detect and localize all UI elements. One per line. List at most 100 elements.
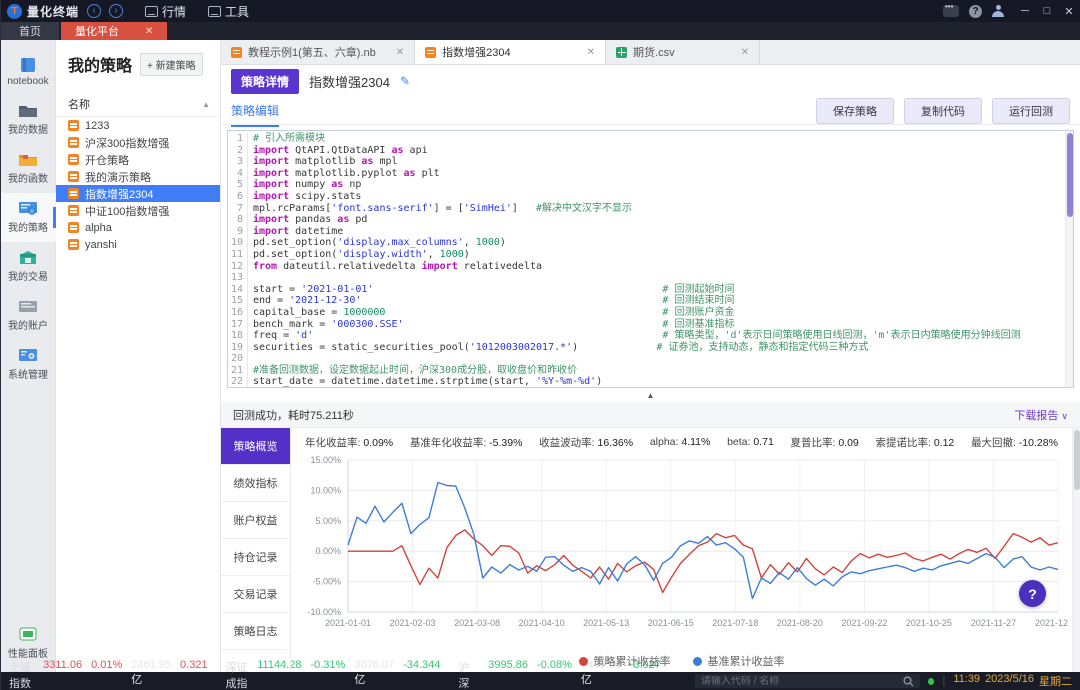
code-line[interactable]: 17bench_mark = '000300.SSE' # 回测基准指标 bbox=[228, 319, 1065, 331]
code-line[interactable]: 12from dateutil.relativedelta import rel… bbox=[228, 261, 1065, 273]
sidebar-item-my-strategies[interactable]: 我的策略 bbox=[1, 193, 56, 242]
user-icon[interactable] bbox=[992, 5, 1004, 17]
code-text: end = '2021-12-30' # 回测结束时间 bbox=[248, 295, 734, 307]
code-line[interactable]: 5import numpy as np bbox=[228, 179, 1065, 191]
strategy-name-label: 中证100指数增强 bbox=[85, 203, 169, 219]
result-tab-4[interactable]: 交易记录 bbox=[221, 576, 290, 613]
close-icon[interactable]: ✕ bbox=[587, 47, 595, 58]
stat-item: beta: 0.71 bbox=[727, 436, 774, 448]
sidebar-item-system-admin[interactable]: 系统管理 bbox=[1, 340, 56, 389]
forward-icon[interactable]: › bbox=[109, 4, 123, 18]
line-number: 20 bbox=[228, 353, 248, 365]
result-tab-5[interactable]: 策略日志 bbox=[221, 613, 290, 650]
code-text: from dateutil.relativedelta import relat… bbox=[248, 261, 542, 273]
copy-code-button[interactable]: 复制代码 bbox=[904, 98, 982, 124]
close-icon[interactable]: ✕ bbox=[741, 47, 749, 58]
code-line[interactable]: 6import scipy.stats bbox=[228, 191, 1065, 203]
app-logo-icon: T bbox=[7, 4, 22, 19]
doc-tab-futures-csv[interactable]: 期货.csv ✕ bbox=[606, 40, 760, 64]
code-line[interactable]: 3import matplotlib as mpl bbox=[228, 156, 1065, 168]
code-line[interactable]: 10pd.set_option('display.max_columns', 1… bbox=[228, 237, 1065, 249]
strategy-list-item[interactable]: yanshi bbox=[56, 236, 220, 253]
result-tab-2[interactable]: 账户权益 bbox=[221, 502, 290, 539]
help-icon[interactable]: ? bbox=[969, 5, 982, 18]
y-tick-label: 10.00% bbox=[310, 485, 341, 495]
close-tab-icon[interactable]: ✕ bbox=[145, 26, 153, 37]
list-column-header[interactable]: 名称 ▲ bbox=[56, 86, 220, 117]
code-line[interactable]: 21#准备回测数据，设定数据起止时间，沪深300成分股，取收盘价和昨收价 bbox=[228, 365, 1065, 377]
collapse-editor-toggle[interactable]: ▲ bbox=[221, 388, 1080, 402]
sidebar-item-notebook[interactable]: notebook bbox=[1, 50, 56, 95]
results-scrollbar[interactable] bbox=[1072, 428, 1080, 672]
menu-market[interactable]: 行情 bbox=[145, 3, 186, 20]
run-backtest-button[interactable]: 运行回测 bbox=[992, 98, 1070, 124]
code-line[interactable]: 2import QtAPI.QtDataAPI as api bbox=[228, 145, 1065, 157]
y-tick-label: 5.00% bbox=[315, 516, 341, 526]
strategy-list-item[interactable]: 我的演示策略 bbox=[56, 168, 220, 185]
tab-strategy-edit[interactable]: 策略编辑 bbox=[231, 102, 279, 127]
code-line[interactable]: 16capital_base = 1000000 # 回测账户资金 bbox=[228, 307, 1065, 319]
sidebar-item-my-trading[interactable]: 我的交易 bbox=[1, 242, 56, 291]
save-strategy-button[interactable]: 保存策略 bbox=[816, 98, 894, 124]
strategy-list-item[interactable]: 1233 bbox=[56, 117, 220, 134]
collapse-arrow-icon[interactable]: ▲ bbox=[647, 391, 655, 400]
code-line[interactable]: 19securities = static_securities_pool('1… bbox=[228, 342, 1065, 354]
strategy-list-item[interactable]: 指数增强2304 bbox=[56, 185, 220, 202]
stat-item: 年化收益率: 0.09% bbox=[305, 435, 393, 450]
code-line[interactable]: 11pd.set_option('display.width', 1000) bbox=[228, 249, 1065, 261]
menu-tools[interactable]: 工具 bbox=[208, 3, 249, 20]
code-line[interactable]: 8import pandas as pd bbox=[228, 214, 1065, 226]
code-lines[interactable]: 1# 引入所需模块2import QtAPI.QtDataAPI as api3… bbox=[228, 131, 1065, 387]
sidebar-item-my-functions[interactable]: 我的函数 bbox=[1, 144, 56, 193]
doc-tab-tutorial[interactable]: 教程示例1(第五、六章).nb ✕ bbox=[221, 40, 415, 64]
strategy-list-item[interactable]: 中证100指数增强 bbox=[56, 202, 220, 219]
strategy-name-label: 沪深300指数增强 bbox=[85, 135, 169, 151]
symbol-search[interactable] bbox=[695, 674, 920, 688]
code-line[interactable]: 7mpl.rcParams['font.sans-serif'] = ['Sim… bbox=[228, 203, 1065, 215]
scrollbar-thumb[interactable] bbox=[1067, 133, 1073, 217]
code-line[interactable]: 22start_date = datetime.datetime.strptim… bbox=[228, 376, 1065, 387]
sort-asc-icon[interactable]: ▲ bbox=[202, 100, 210, 109]
strategy-list-item[interactable]: alpha bbox=[56, 219, 220, 236]
tab-home[interactable]: 首页 bbox=[1, 22, 59, 40]
code-line[interactable]: 9import datetime bbox=[228, 226, 1065, 238]
sidebar-item-my-account[interactable]: 我的账户 bbox=[1, 291, 56, 340]
code-line[interactable]: 4import matplotlib.pyplot as plt bbox=[228, 168, 1065, 180]
doc-tab-strategy[interactable]: 指数增强2304 ✕ bbox=[415, 40, 606, 64]
y-tick-label: 0.00% bbox=[315, 546, 341, 556]
legend-item[interactable]: 基准累计收益率 bbox=[693, 653, 785, 669]
y-tick-label: -10.00% bbox=[307, 607, 341, 617]
search-icon[interactable] bbox=[903, 676, 914, 687]
code-line[interactable]: 20 bbox=[228, 353, 1065, 365]
sidebar-item-my-data[interactable]: 我的数据 bbox=[1, 95, 56, 144]
maximize-button[interactable]: □ bbox=[1036, 5, 1058, 17]
code-line[interactable]: 14start = '2021-01-01' # 回测起始时间 bbox=[228, 284, 1065, 296]
tab-quant-platform[interactable]: 量化平台 ✕ bbox=[61, 22, 167, 40]
line-number: 7 bbox=[228, 203, 248, 215]
scrollbar-thumb[interactable] bbox=[1074, 430, 1080, 490]
code-text bbox=[248, 353, 253, 365]
close-icon[interactable]: ✕ bbox=[396, 47, 404, 58]
minimize-button[interactable]: ─ bbox=[1014, 5, 1036, 17]
download-report-button[interactable]: 下载报告 ∨ bbox=[1014, 407, 1068, 423]
help-fab-button[interactable]: ? bbox=[1019, 580, 1046, 607]
strategy-list-item[interactable]: 沪深300指数增强 bbox=[56, 134, 220, 151]
legend-item[interactable]: 策略累计收益率 bbox=[579, 653, 671, 669]
code-line[interactable]: 1# 引入所需模块 bbox=[228, 133, 1065, 145]
close-button[interactable]: ✕ bbox=[1058, 5, 1080, 18]
back-icon[interactable]: ‹ bbox=[87, 4, 101, 18]
search-input[interactable] bbox=[701, 676, 897, 687]
result-tab-0[interactable]: 策略概览 bbox=[221, 428, 290, 465]
code-line[interactable]: 15end = '2021-12-30' # 回测结束时间 bbox=[228, 295, 1065, 307]
result-tab-1[interactable]: 绩效指标 bbox=[221, 465, 290, 502]
sidebar-item-performance-panel[interactable]: 性能面板 bbox=[1, 619, 56, 668]
code-editor[interactable]: 1# 引入所需模块2import QtAPI.QtDataAPI as api3… bbox=[227, 130, 1074, 388]
strategy-list-item[interactable]: 开仓策略 bbox=[56, 151, 220, 168]
new-strategy-button[interactable]: + 新建策略 bbox=[140, 53, 203, 76]
editor-scrollbar[interactable] bbox=[1065, 131, 1073, 387]
code-line[interactable]: 18freq = 'd' # 策略类型，'d'表示日间策略使用日线回测，'m'表… bbox=[228, 330, 1065, 342]
edit-name-icon[interactable]: ✎ bbox=[400, 74, 410, 88]
code-line[interactable]: 13 bbox=[228, 272, 1065, 284]
chat-icon[interactable] bbox=[943, 5, 959, 17]
result-tab-3[interactable]: 持仓记录 bbox=[221, 539, 290, 576]
